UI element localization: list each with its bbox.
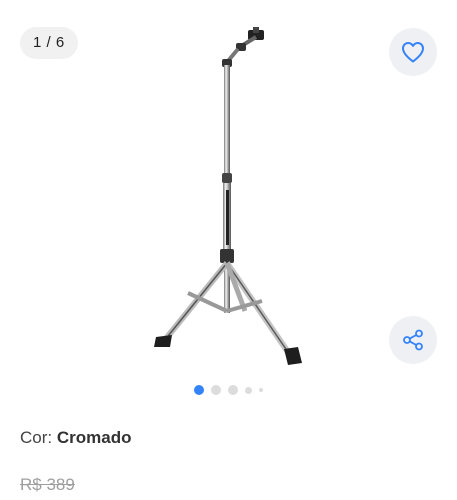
product-gallery[interactable]: 1 / 6: [0, 0, 457, 405]
pagination-dot[interactable]: [194, 385, 204, 395]
variant-value: Cromado: [56, 428, 132, 447]
carousel-pagination: [0, 384, 457, 396]
heart-outline-icon: [402, 42, 424, 63]
pagination-dot[interactable]: [228, 385, 238, 395]
share-icon: [403, 329, 423, 351]
pagination-dot[interactable]: [211, 385, 221, 395]
original-price: R$ 389: [20, 475, 75, 494]
variant-label: Cor:: [20, 428, 53, 447]
product-image: [154, 27, 302, 365]
image-counter: 1 / 6: [20, 27, 78, 59]
share-button[interactable]: [389, 316, 437, 364]
variant-color: Cor: Cromado: [20, 428, 131, 448]
pagination-dot[interactable]: [245, 386, 252, 394]
favorite-button[interactable]: [389, 28, 437, 76]
pagination-dot[interactable]: [259, 388, 263, 392]
